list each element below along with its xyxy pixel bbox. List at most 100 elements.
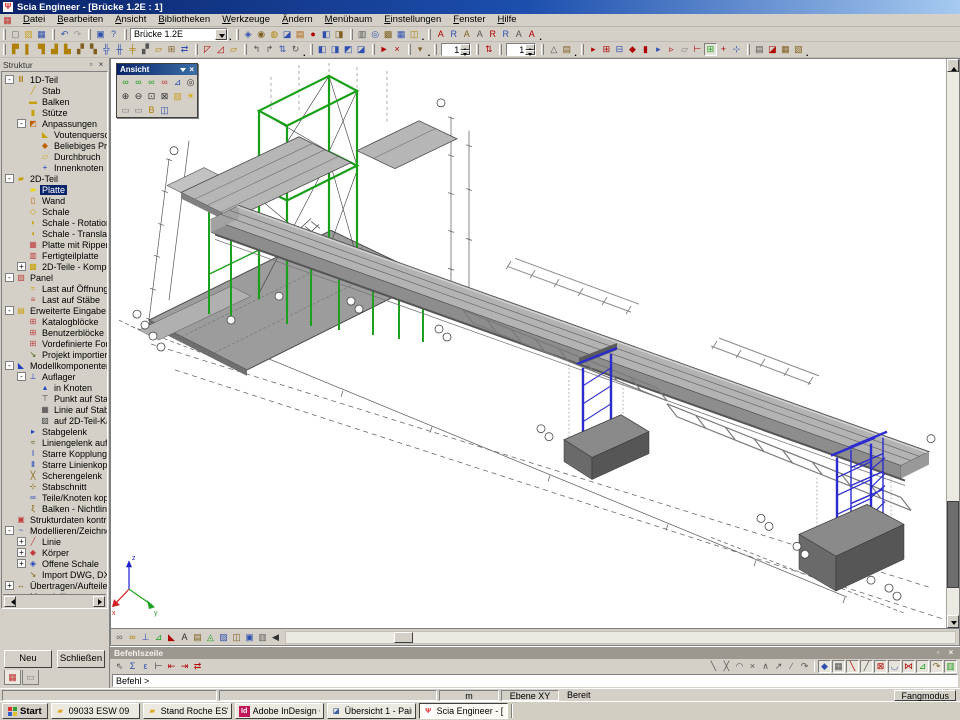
zoom-window-icon[interactable]: ◎: [184, 76, 197, 88]
tree-item-strukturdaten-kontrollie[interactable]: ▣Strukturdaten kontrollie: [3, 514, 107, 525]
snap-wave-icon[interactable]: ◡: [888, 660, 901, 673]
tree-item-fertigteilplatte[interactable]: ▥Fertigteilplatte: [3, 250, 107, 261]
tree-item-voutenquerschni[interactable]: ◣Voutenquerschni: [3, 129, 107, 140]
menu-menübaum[interactable]: Menübaum: [319, 14, 379, 26]
load-grid-icon[interactable]: ⊞: [704, 43, 717, 56]
snap-point-icon[interactable]: ◆: [818, 660, 831, 673]
result-a3-icon[interactable]: A: [473, 28, 486, 41]
toolbar-grip-icon[interactable]: [124, 29, 127, 40]
tree-item-schale[interactable]: ◇Schale: [3, 206, 107, 217]
window-icon[interactable]: ▣: [94, 28, 107, 41]
view-hidden-lines-icon[interactable]: ∞: [145, 76, 158, 88]
chevron-down-icon[interactable]: [179, 66, 187, 74]
surfaces-icon[interactable]: ▤: [191, 631, 204, 644]
tree-collapse-icon[interactable]: -: [5, 306, 14, 315]
tree-item-platte-mit-rippen[interactable]: ▦Platte mit Rippen: [3, 239, 107, 250]
command-input[interactable]: Befehl >: [112, 674, 958, 687]
title-bar[interactable]: Ψ Scia Engineer - [Brücke 1.2E : 1]: [0, 0, 960, 14]
toolbar-grip-icon[interactable]: [499, 44, 502, 55]
tree-item-teile-knoten-koppe[interactable]: ∞Teile/Knoten koppe: [3, 492, 107, 503]
tree-collapse-icon[interactable]: -: [5, 361, 14, 370]
tree-item-1d-teil[interactable]: -Ⅲ1D-Teil: [3, 74, 107, 85]
neu-button[interactable]: Neu: [4, 650, 52, 668]
load-arrow-icon[interactable]: ▸: [652, 43, 665, 56]
rotate-icon[interactable]: ↻: [289, 43, 302, 56]
vscroll-track[interactable]: [947, 72, 959, 615]
corner-icon[interactable]: ◸: [201, 43, 214, 56]
tree-item-innenknoten[interactable]: +Innenknoten: [3, 162, 107, 173]
status-unit[interactable]: m: [439, 690, 499, 701]
tree-item-liniengelenk-auf-2d[interactable]: ≈Liniengelenk auf 2D: [3, 437, 107, 448]
result-a2-icon[interactable]: A: [460, 28, 473, 41]
tree-collapse-icon[interactable]: -: [17, 372, 26, 381]
menu-bibliotheken[interactable]: Bibliotheken: [152, 14, 216, 26]
toolbar-grip-icon[interactable]: [244, 44, 247, 55]
volumes-icon[interactable]: ◫: [230, 631, 243, 644]
plate-icon[interactable]: ▜: [35, 43, 48, 56]
schliessen-button[interactable]: Schließen: [57, 650, 105, 668]
toolbar-grip-icon[interactable]: [195, 44, 198, 55]
print-icon[interactable]: ▥: [356, 28, 369, 41]
tree-item-durchbruch[interactable]: ▱Durchbruch: [3, 151, 107, 162]
menu-werkzeuge[interactable]: Werkzeuge: [216, 14, 276, 26]
menu-ansicht[interactable]: Ansicht: [109, 14, 152, 26]
snap-dir-icon[interactable]: ↗: [772, 660, 785, 673]
project-settings-icon[interactable]: ◈: [242, 28, 255, 41]
toolbar-overflow-icon[interactable]: .: [422, 35, 425, 41]
sum-icon[interactable]: Σ: [126, 660, 139, 673]
result-a4-icon[interactable]: A: [512, 28, 525, 41]
snap-table-icon[interactable]: ▥: [944, 660, 957, 673]
table-c-icon[interactable]: ▦: [779, 43, 792, 56]
view-solid-icon[interactable]: ∞: [158, 76, 171, 88]
tree-item-benutzerblöcke[interactable]: ⊞Benutzerblöcke: [3, 327, 107, 338]
move-icon[interactable]: ↰: [250, 43, 263, 56]
toolbar-grip-icon[interactable]: [428, 29, 431, 40]
toolbar-grip-icon[interactable]: [52, 29, 55, 40]
mdi-child-icon[interactable]: ▦: [2, 15, 13, 26]
tree-collapse-icon[interactable]: -: [5, 174, 14, 183]
tree-item-auflager[interactable]: -⊥Auflager: [3, 371, 107, 382]
load-edge-icon[interactable]: ⊢: [691, 43, 704, 56]
tree-collapse-icon[interactable]: -: [17, 119, 26, 128]
labels-icon[interactable]: A: [178, 631, 191, 644]
supports-icon[interactable]: ⊥: [139, 631, 152, 644]
view-wireframe-icon[interactable]: ∞: [119, 76, 132, 88]
open-project-icon[interactable]: ▨: [22, 28, 35, 41]
tree-collapse-icon[interactable]: -: [5, 75, 14, 84]
light-icon[interactable]: ☀: [184, 90, 197, 102]
grid-line-icon[interactable]: ▞: [139, 43, 152, 56]
filter-d-icon[interactable]: ◪: [355, 43, 368, 56]
tree-item-modellkomponenten[interactable]: -◣Modellkomponenten: [3, 360, 107, 371]
tree-item-last-auf-öffnungska[interactable]: ≈Last auf Öffnungska: [3, 283, 107, 294]
tree-item-vordefinierte-forme[interactable]: ⊞Vordefinierte Forme: [3, 338, 107, 349]
load-move-icon[interactable]: ⊹: [730, 43, 743, 56]
load-point-icon[interactable]: ◆: [626, 43, 639, 56]
tree-item-starre-kopplungen[interactable]: ⅠStarre Kopplungen: [3, 448, 107, 459]
table-a-icon[interactable]: ▤: [753, 43, 766, 56]
tree-item-übertragen-aufteilen-v[interactable]: +↔Übertragen/Aufteilen/V: [3, 580, 107, 591]
tree-item-punkt-auf-stab[interactable]: ⊤Punkt auf Stab: [3, 393, 107, 404]
loads-icon[interactable]: ◣: [165, 631, 178, 644]
result-r2-icon[interactable]: R: [486, 28, 499, 41]
toolbar-grip-icon[interactable]: [747, 44, 750, 55]
numbering-icon[interactable]: ▣: [243, 631, 256, 644]
toolbar-grip-icon[interactable]: [372, 44, 375, 55]
snap-box-icon[interactable]: ⊠: [874, 660, 887, 673]
tree-item-katalogblöcke[interactable]: ⊞Katalogblöcke: [3, 316, 107, 327]
befehlszeile-header[interactable]: Befehlszeile ▫ ×: [110, 647, 960, 659]
combo-dropdown-icon[interactable]: [215, 29, 227, 40]
toolbar-grip-icon[interactable]: [236, 29, 239, 40]
tree-item-auf-2d-teil-kante[interactable]: ▨auf 2D-Teil-Kante: [3, 415, 107, 426]
tree-item-erweiterte-eingabe[interactable]: -▤Erweiterte Eingabe: [3, 305, 107, 316]
tree-item-2d-teile-kompone[interactable]: +▩2D-Teile - Kompone: [3, 261, 107, 272]
filter-a-icon[interactable]: ◧: [316, 43, 329, 56]
snap-end-icon[interactable]: ╲: [846, 660, 859, 673]
ansicht-palette[interactable]: Ansicht × ∞∞∞∞⊿◎⊕⊖⊡⊠▨☀▭▭B◫: [116, 63, 198, 118]
table-b-icon[interactable]: ◪: [766, 43, 779, 56]
load-node-icon[interactable]: ▸: [587, 43, 600, 56]
tree-item-offene-schale[interactable]: +◈Offene Schale: [3, 558, 107, 569]
spinbox[interactable]: 1: [506, 43, 536, 56]
truss-icon[interactable]: ╪: [126, 43, 139, 56]
ubc-b-icon[interactable]: ▤: [560, 43, 573, 56]
snap-cross-icon[interactable]: ╳: [720, 660, 733, 673]
